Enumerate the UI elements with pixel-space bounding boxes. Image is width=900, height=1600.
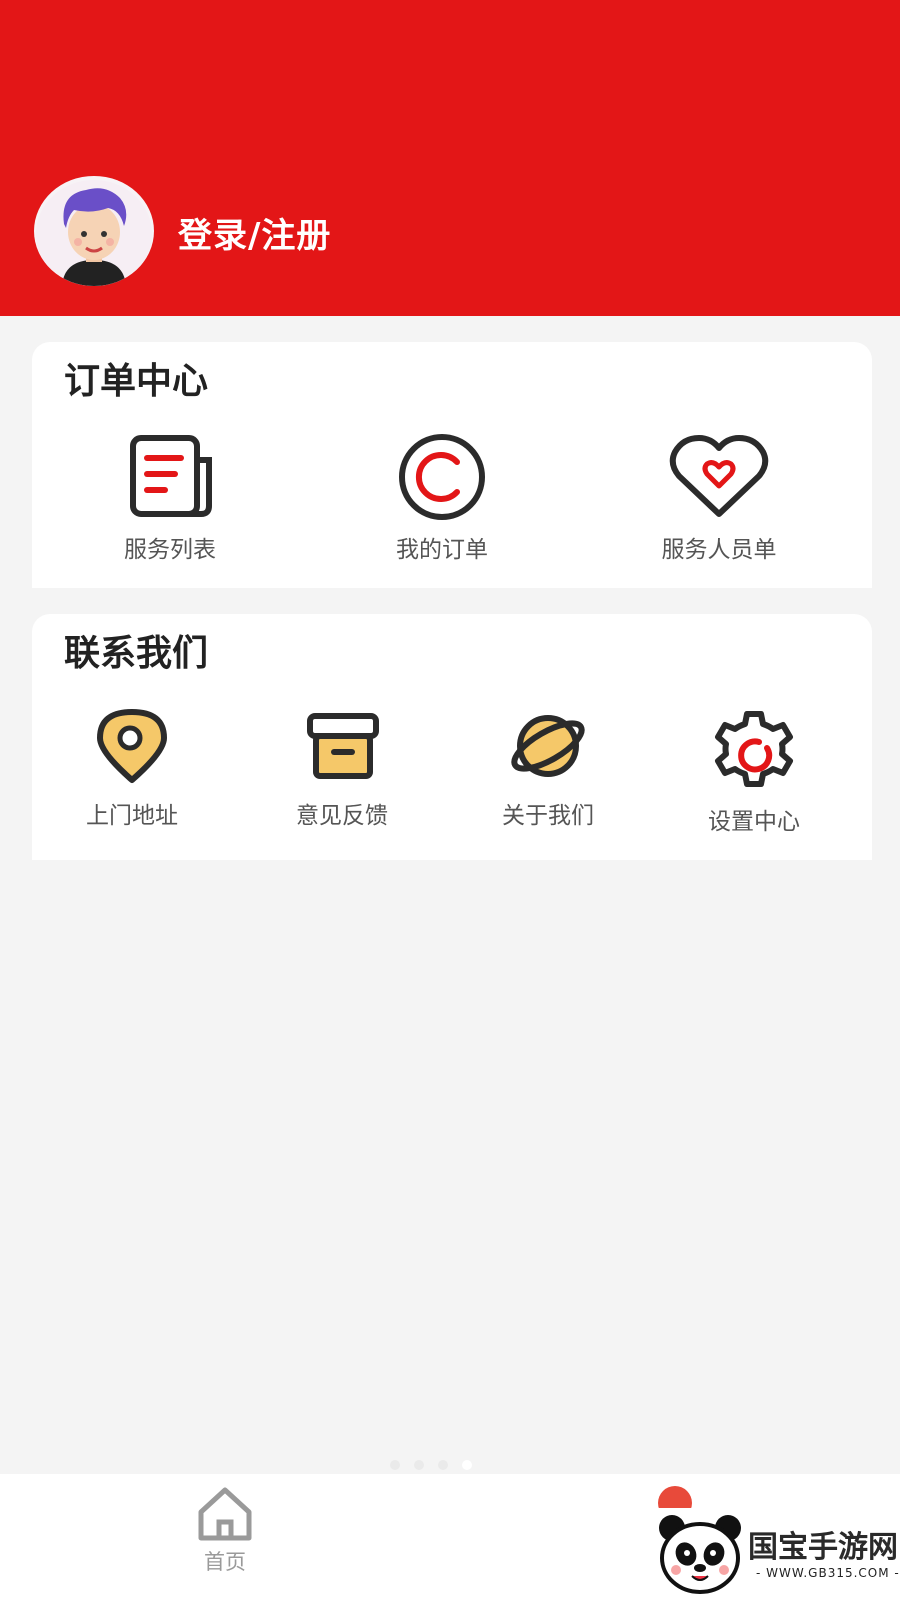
document-list-icon <box>125 434 215 520</box>
page-dot <box>438 1460 448 1470</box>
page-dot-active <box>462 1460 472 1470</box>
order-center-card: 订单中心 服务列表 我的订单 服务人员单 <box>32 342 872 588</box>
order-center-title: 订单中心 <box>64 361 209 402</box>
gear-icon <box>711 706 797 792</box>
about-us-label: 关于我们 <box>502 803 594 829</box>
my-orders-button[interactable]: 我的订单 <box>382 434 502 564</box>
service-list-label: 服务列表 <box>124 537 216 563</box>
planet-icon <box>508 706 588 786</box>
page-dot <box>390 1460 400 1470</box>
home-icon <box>198 1487 252 1541</box>
watermark-url: - WWW.GB315.COM - <box>756 1566 900 1580</box>
panda-logo-icon <box>659 1515 741 1594</box>
tab-home[interactable]: 首页 <box>192 1486 258 1576</box>
feedback-button[interactable]: 意见反馈 <box>282 706 402 830</box>
contact-card: 联系我们 上门地址 意见反馈 关于我们 设置中心 <box>32 614 872 860</box>
page-dot <box>414 1460 424 1470</box>
avatar-icon <box>36 180 152 286</box>
staff-orders-button[interactable]: 服务人员单 <box>644 434 794 564</box>
contact-title: 联系我们 <box>64 633 209 674</box>
watermark: 国宝手游网 - WWW.GB315.COM - <box>648 1508 900 1600</box>
settings-button[interactable]: 设置中心 <box>694 706 814 836</box>
settings-label: 设置中心 <box>708 809 800 835</box>
tab-home-label: 首页 <box>204 1550 246 1574</box>
staff-orders-label: 服务人员单 <box>661 537 777 563</box>
watermark-brand: 国宝手游网 <box>748 1530 898 1565</box>
archive-box-icon <box>302 706 382 786</box>
profile-header: 登录/注册 <box>0 0 900 316</box>
avatar[interactable] <box>34 176 154 286</box>
feedback-label: 意见反馈 <box>296 803 388 829</box>
service-address-label: 上门地址 <box>86 803 178 829</box>
service-address-button[interactable]: 上门地址 <box>72 706 192 830</box>
my-orders-label: 我的订单 <box>396 537 488 563</box>
location-pin-icon <box>92 706 172 786</box>
service-list-button[interactable]: 服务列表 <box>110 434 230 564</box>
about-us-button[interactable]: 关于我们 <box>488 706 608 830</box>
heart-icon <box>669 434 769 520</box>
login-register-link[interactable]: 登录/注册 <box>178 208 331 257</box>
copyright-circle-icon <box>397 434 487 520</box>
page-indicator <box>390 1460 472 1470</box>
